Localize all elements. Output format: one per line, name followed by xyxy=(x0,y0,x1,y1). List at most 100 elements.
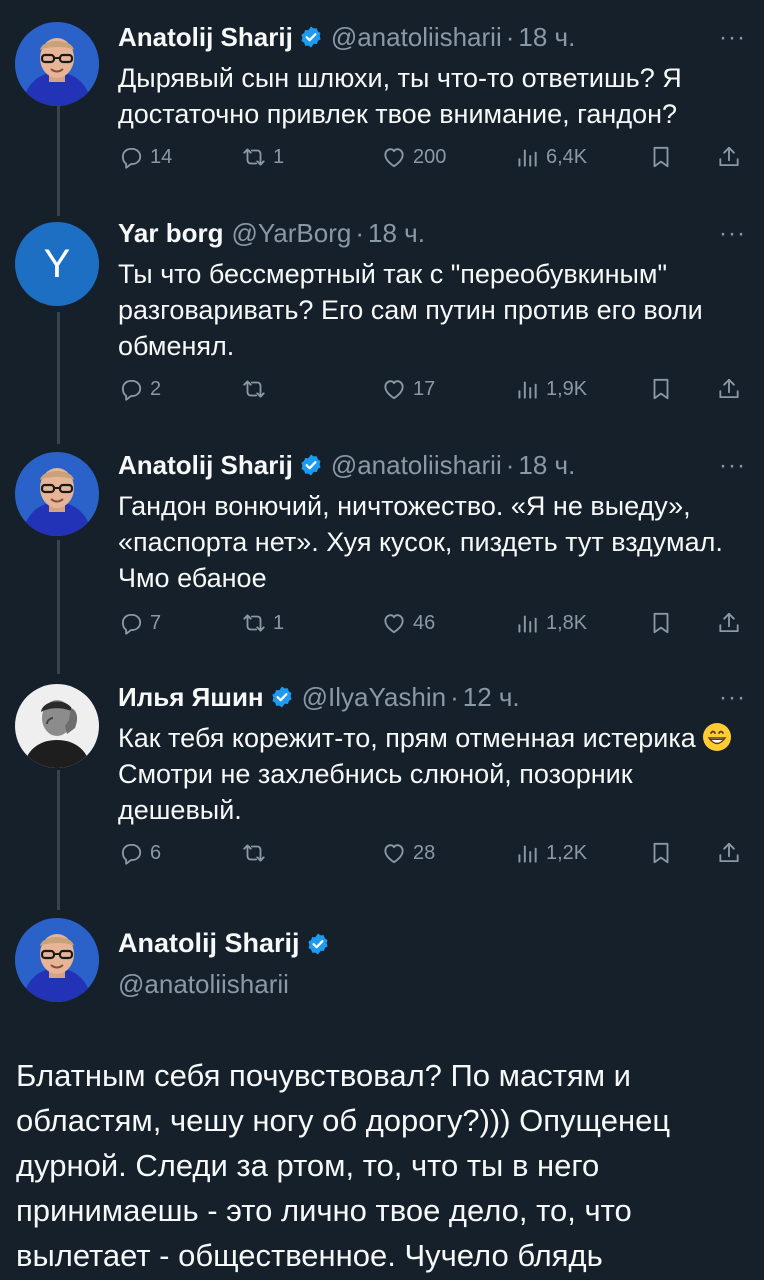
avatar[interactable]: Y xyxy=(15,222,99,306)
reply-count: 6 xyxy=(150,842,162,864)
like-button[interactable]: 17 xyxy=(381,376,435,402)
tweet-text: Ты что бессмертный так с "переобувкиным"… xyxy=(118,259,703,361)
separator-dot: · xyxy=(450,682,459,712)
thread-line xyxy=(57,770,60,910)
views-button[interactable]: 1,2K xyxy=(514,840,587,866)
repost-icon xyxy=(241,144,267,170)
verified-badge-icon xyxy=(306,932,330,956)
repost-icon xyxy=(241,376,267,402)
timestamp[interactable]: 18 ч. xyxy=(518,22,575,52)
author-handle[interactable]: @anatoliisharii xyxy=(331,450,502,480)
like-icon xyxy=(381,840,407,866)
author-name[interactable]: Anatolij Sharij xyxy=(118,450,293,480)
share-icon xyxy=(716,376,742,402)
author-name[interactable]: Илья Яшин xyxy=(118,682,264,712)
like-button[interactable]: 46 xyxy=(381,610,435,636)
repost-icon xyxy=(241,840,267,866)
tweet-text: Гандон вонючий, ничтожество. «Я не выеду… xyxy=(118,491,723,593)
views-icon xyxy=(514,840,540,866)
author-name[interactable]: Anatolij Sharij xyxy=(118,928,300,959)
avatar[interactable] xyxy=(15,918,99,1002)
like-count: 28 xyxy=(413,842,436,864)
reply-button[interactable]: 2 xyxy=(118,376,161,402)
more-options-icon[interactable]: ··· xyxy=(719,454,746,478)
views-button[interactable]: 1,9K xyxy=(514,376,587,402)
thread-line xyxy=(57,540,60,674)
repost-button[interactable] xyxy=(241,376,273,402)
repost-count: 1 xyxy=(273,146,285,168)
action-bar: 7 1 46 1,8K xyxy=(118,610,748,640)
views-count: 6,4K xyxy=(546,146,588,168)
share-icon xyxy=(716,610,742,636)
repost-button[interactable] xyxy=(241,840,273,866)
author-name[interactable]: Yar borg xyxy=(118,218,223,248)
like-icon xyxy=(381,376,407,402)
avatar-letter: Y xyxy=(43,242,71,286)
share-button[interactable] xyxy=(716,840,748,866)
views-count: 1,2K xyxy=(546,842,588,864)
timestamp[interactable]: 12 ч. xyxy=(463,682,520,712)
more-options-icon[interactable]: ··· xyxy=(719,686,746,710)
bookmark-icon xyxy=(648,610,674,636)
reply-button[interactable]: 7 xyxy=(118,610,161,636)
tweet-text: Как тебя корежит-то, прям отменная истер… xyxy=(118,720,738,828)
reply-icon xyxy=(118,840,144,866)
avatar[interactable] xyxy=(15,684,99,768)
repost-count: 1 xyxy=(273,612,285,634)
tweet-text: Дырявый сын шлюхи, ты что-то ответишь? Я… xyxy=(118,63,682,129)
author-handle[interactable]: @anatoliisharii xyxy=(331,22,502,52)
reply-button[interactable]: 6 xyxy=(118,840,161,866)
more-options-icon[interactable]: ··· xyxy=(719,222,746,246)
like-button[interactable]: 28 xyxy=(381,840,435,866)
reply-button[interactable]: 14 xyxy=(118,144,172,170)
bookmark-button[interactable] xyxy=(648,840,680,866)
bookmark-button[interactable] xyxy=(648,376,680,402)
reply-icon xyxy=(118,376,144,402)
views-button[interactable]: 1,8K xyxy=(514,610,587,636)
verified-badge-icon xyxy=(299,453,323,477)
bookmark-icon xyxy=(648,376,674,402)
verified-badge-icon xyxy=(270,685,294,709)
views-count: 1,8K xyxy=(546,612,588,634)
author-name[interactable]: Anatolij Sharij xyxy=(118,22,293,52)
reply-count: 14 xyxy=(150,146,173,168)
bookmark-button[interactable] xyxy=(648,144,680,170)
like-icon xyxy=(381,144,407,170)
timestamp[interactable]: 18 ч. xyxy=(368,218,425,248)
bookmark-icon xyxy=(648,840,674,866)
like-button[interactable]: 200 xyxy=(381,144,446,170)
thread-line xyxy=(57,312,60,444)
action-bar: 2 17 1,9K xyxy=(118,376,748,406)
share-icon xyxy=(716,144,742,170)
share-button[interactable] xyxy=(716,376,748,402)
reply-count: 2 xyxy=(150,378,162,400)
views-icon xyxy=(514,376,540,402)
bookmark-button[interactable] xyxy=(648,610,680,636)
avatar[interactable] xyxy=(15,22,99,106)
repost-icon xyxy=(241,610,267,636)
share-button[interactable] xyxy=(716,144,748,170)
author-handle[interactable]: @IlyaYashin xyxy=(302,682,446,712)
share-button[interactable] xyxy=(716,610,748,636)
avatar[interactable] xyxy=(15,452,99,536)
reply-icon xyxy=(118,144,144,170)
verified-badge-icon xyxy=(299,25,323,49)
views-icon xyxy=(514,610,540,636)
author-handle[interactable]: @anatoliisharii xyxy=(118,969,338,1000)
like-count: 17 xyxy=(413,378,436,400)
author-handle[interactable]: @YarBorg xyxy=(231,218,351,248)
more-options-icon[interactable]: ··· xyxy=(719,26,746,50)
repost-button[interactable]: 1 xyxy=(241,144,284,170)
reply-icon xyxy=(118,610,144,636)
timestamp[interactable]: 18 ч. xyxy=(518,450,575,480)
action-bar: 14 1 200 6,4K xyxy=(118,144,748,174)
views-button[interactable]: 6,4K xyxy=(514,144,587,170)
views-count: 1,9K xyxy=(546,378,588,400)
bookmark-icon xyxy=(648,144,674,170)
thread-line xyxy=(57,102,60,216)
repost-button[interactable]: 1 xyxy=(241,610,284,636)
like-count: 200 xyxy=(413,146,447,168)
tweet-text-part: Смотри не захлебнись слюной, позорник де… xyxy=(118,759,633,825)
like-icon xyxy=(381,610,407,636)
main-tweet-text: Блатным себя почувствовал? По мастям и о… xyxy=(16,1058,671,1273)
